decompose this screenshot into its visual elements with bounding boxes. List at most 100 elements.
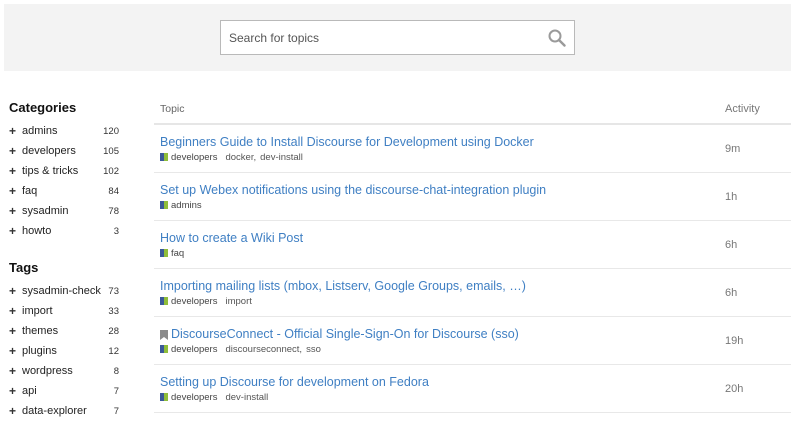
topic-title-link[interactable]: Setting up Discourse for development on …	[160, 375, 429, 389]
topic-tag[interactable]: dev-install	[225, 392, 268, 403]
search-icon[interactable]	[540, 21, 574, 54]
topic-list: Topic Activity Beginners Guide to Instal…	[154, 95, 791, 413]
category-swatch	[160, 345, 168, 353]
category-item[interactable]: + howto 3	[9, 221, 119, 241]
topic-row: Set up Webex notifications using the dis…	[154, 173, 791, 221]
topic-activity[interactable]: 20h	[725, 383, 765, 395]
topic-title-text: Beginners Guide to Install Discourse for…	[160, 134, 534, 149]
tag-name: api	[22, 385, 37, 397]
category-item[interactable]: + tips & tricks 102	[9, 161, 119, 181]
category-item[interactable]: + developers 105	[9, 141, 119, 161]
search-banner	[4, 4, 791, 71]
category-list: + admins 120 + developers 105 + tips & tricks 10…	[9, 121, 119, 241]
search-input[interactable]	[221, 21, 540, 54]
category-item[interactable]: + admins 120	[9, 121, 119, 141]
bookmark-icon	[160, 329, 168, 340]
topic-category[interactable]: faq	[171, 248, 184, 259]
topic-row: Beginners Guide to Install Discourse for…	[154, 125, 791, 173]
sidebar: Categories + admins 120 + developers 105 + tips…	[9, 99, 119, 422]
tag-name: wordpress	[22, 365, 73, 377]
category-swatch	[160, 297, 168, 305]
category-name: sysadmin	[22, 205, 69, 217]
topic-title-link[interactable]: Set up Webex notifications using the dis…	[160, 183, 546, 197]
plus-icon: +	[9, 284, 17, 298]
topic-main: Beginners Guide to Install Discourse for…	[160, 135, 534, 163]
category-name: admins	[22, 125, 58, 137]
category-name: howto	[22, 225, 52, 237]
topic-title-text: How to create a Wiki Post	[160, 230, 304, 245]
category-swatch	[160, 153, 168, 161]
topic-title-text: Set up Webex notifications using the dis…	[160, 182, 547, 197]
topic-tag[interactable]: discourseconnect,	[225, 344, 302, 355]
category-count: 102	[103, 165, 119, 177]
topic-title-link[interactable]: DiscourseConnect - Official Single-Sign-…	[160, 327, 519, 341]
tag-count: 28	[108, 325, 119, 337]
tag-item[interactable]: + sysadmin-check 73	[9, 281, 119, 301]
topic-meta: admins	[160, 200, 546, 211]
tag-count: 8	[113, 365, 119, 377]
plus-icon: +	[9, 164, 17, 178]
tag-item[interactable]: + data-explorer 7	[9, 401, 119, 421]
tag-item[interactable]: + import 33	[9, 301, 119, 321]
tag-name: themes	[22, 325, 59, 337]
topic-main: Importing mailing lists (mbox, Listserv,…	[160, 279, 526, 307]
topic-main: DiscourseConnect - Official Single-Sign-…	[160, 327, 519, 355]
tag-count: 12	[108, 345, 119, 357]
tag-name: plugins	[22, 345, 57, 357]
plus-icon: +	[9, 144, 17, 158]
plus-icon: +	[9, 304, 17, 318]
topic-activity[interactable]: 6h	[725, 239, 765, 251]
tag-name: sysadmin-check	[22, 285, 101, 297]
tags-heading: Tags	[9, 260, 39, 275]
topic-category[interactable]: developers	[171, 152, 217, 163]
plus-icon: +	[9, 324, 17, 338]
topic-title-text: Setting up Discourse for development on …	[160, 374, 429, 389]
tag-item[interactable]: + wordpress 8	[9, 361, 119, 381]
topic-tag[interactable]: docker,	[225, 152, 256, 163]
topic-activity[interactable]: 6h	[725, 287, 765, 299]
topic-title-link[interactable]: Importing mailing lists (mbox, Listserv,…	[160, 279, 526, 293]
category-count: 3	[113, 225, 119, 237]
topic-tag[interactable]: sso	[306, 344, 321, 355]
topic-meta: developers docker, dev-install	[160, 152, 534, 163]
topic-column-header[interactable]: Topic	[160, 103, 185, 115]
plus-icon: +	[9, 364, 17, 378]
category-name: faq	[22, 185, 38, 197]
topic-activity[interactable]: 1h	[725, 191, 765, 203]
category-count: 105	[103, 145, 119, 157]
category-count: 120	[103, 125, 119, 137]
topic-list-header: Topic Activity	[154, 95, 791, 125]
tag-count: 33	[108, 305, 119, 317]
category-item[interactable]: + sysadmin 78	[9, 201, 119, 221]
plus-icon: +	[9, 204, 17, 218]
topic-meta: developers dev-install	[160, 392, 429, 403]
category-item[interactable]: + faq 84	[9, 181, 119, 201]
topic-title-text: DiscourseConnect - Official Single-Sign-…	[171, 326, 519, 341]
topic-category[interactable]: developers	[171, 296, 217, 307]
topic-title-text: Importing mailing lists (mbox, Listserv,…	[160, 278, 526, 293]
tag-count: 73	[108, 285, 119, 297]
tag-item[interactable]: + plugins 12	[9, 341, 119, 361]
tag-name: data-explorer	[22, 405, 87, 417]
topic-activity[interactable]: 9m	[725, 143, 765, 155]
topic-meta: faq	[160, 248, 303, 259]
topic-meta: developers discourseconnect, sso	[160, 344, 519, 355]
topic-category[interactable]: developers	[171, 344, 217, 355]
category-count: 78	[108, 205, 119, 217]
search-box	[220, 20, 575, 55]
topic-title-link[interactable]: How to create a Wiki Post	[160, 231, 303, 245]
categories-heading: Categories	[9, 100, 77, 115]
topic-row: DiscourseConnect - Official Single-Sign-…	[154, 317, 791, 365]
topic-title-link[interactable]: Beginners Guide to Install Discourse for…	[160, 135, 534, 149]
topic-tag[interactable]: import	[225, 296, 251, 307]
tag-item[interactable]: + themes 28	[9, 321, 119, 341]
topic-tag[interactable]: dev-install	[260, 152, 303, 163]
category-swatch	[160, 249, 168, 257]
topic-activity[interactable]: 19h	[725, 335, 765, 347]
topic-category[interactable]: admins	[171, 200, 202, 211]
topic-category[interactable]: developers	[171, 392, 217, 403]
tag-item[interactable]: + api 7	[9, 381, 119, 401]
topic-row: Setting up Discourse for development on …	[154, 365, 791, 413]
activity-column-header[interactable]: Activity	[725, 103, 765, 115]
topic-row: How to create a Wiki Post faq 6h	[154, 221, 791, 269]
